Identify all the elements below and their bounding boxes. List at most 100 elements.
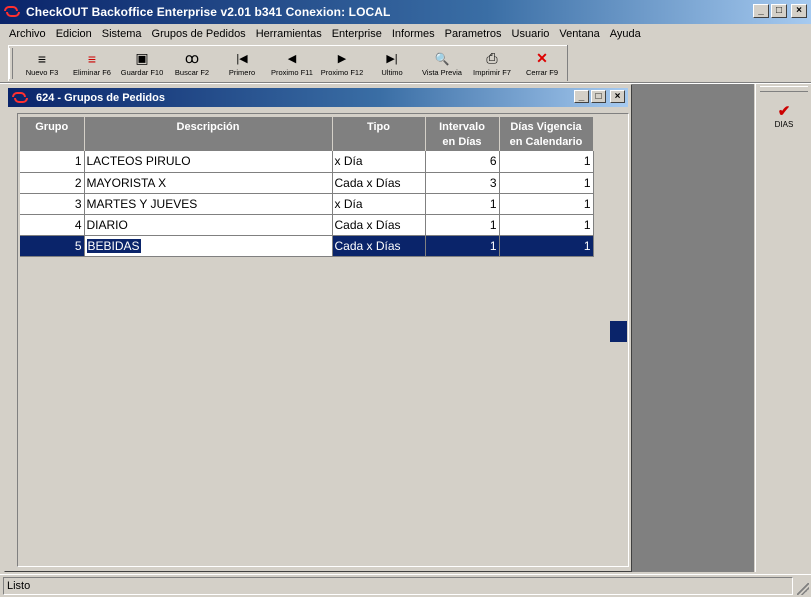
table-row-selected[interactable]: 5 BEBIDAS Cada x Días 1 1	[20, 235, 594, 257]
save-icon: ▣	[135, 50, 149, 66]
child-minimize-button[interactable]: _	[574, 90, 589, 103]
printer-icon: ⎙	[486, 50, 498, 66]
minimize-button[interactable]: _	[753, 4, 769, 18]
search-button[interactable]: ꝏ Buscar F2	[167, 46, 217, 80]
cell-tipo[interactable]: x Día	[332, 193, 426, 215]
close-form-button[interactable]: ✕ Cerrar F9	[517, 46, 567, 80]
table-row[interactable]: 4 DIARIO Cada x Días 1 1	[20, 214, 594, 236]
status-bar: Listo	[0, 574, 811, 597]
col-header-descripcion[interactable]: Descripción	[84, 117, 333, 151]
cell-descripcion[interactable]: DIARIO	[84, 214, 333, 236]
last-button[interactable]: ▶| Ultimo	[367, 46, 417, 80]
new-button[interactable]: ≡ Nuevo F3	[17, 46, 67, 80]
first-icon: |◀	[236, 53, 248, 65]
cell-tipo[interactable]: x Día	[332, 151, 426, 173]
child-logo-icon	[12, 91, 28, 105]
app-logo-icon	[4, 5, 20, 19]
save-button-label: Guardar F10	[120, 67, 164, 77]
preview-button[interactable]: 🔍 Vista Previa	[417, 46, 467, 80]
preview-icon: 🔍	[434, 51, 450, 66]
table-row[interactable]: 2 MAYORISTA X Cada x Días 3 1	[20, 172, 594, 194]
child-maximize-button[interactable]: □	[591, 90, 606, 103]
maximize-button[interactable]: □	[771, 4, 787, 18]
cell-descripcion[interactable]: MAYORISTA X	[84, 172, 333, 194]
menu-bar: Archivo Edicion Sistema Grupos de Pedido…	[0, 24, 811, 43]
save-button[interactable]: ▣ Guardar F10	[117, 46, 167, 80]
dias-button[interactable]: ✔ DIAS	[762, 96, 806, 134]
col-header-tipo[interactable]: Tipo	[332, 117, 426, 151]
cell-tipo[interactable]: Cada x Días	[332, 214, 426, 236]
menu-enterprise[interactable]: Enterprise	[327, 28, 387, 40]
print-button[interactable]: ⎙ Imprimir F7	[467, 46, 517, 80]
menu-herramientas[interactable]: Herramientas	[251, 28, 327, 40]
cell-vigencia[interactable]: 1	[499, 172, 594, 194]
binoculars-icon: ꝏ	[184, 50, 200, 66]
menu-archivo[interactable]: Archivo	[4, 28, 51, 40]
right-panel-grip[interactable]	[760, 86, 808, 92]
previous-button[interactable]: ◀ Proximo F11	[267, 46, 317, 80]
search-button-label: Buscar F2	[174, 67, 210, 77]
status-text: Listo	[3, 577, 793, 595]
resize-grip-icon[interactable]	[797, 583, 809, 595]
last-button-label: Ultimo	[381, 67, 403, 77]
menu-edicion[interactable]: Edicion	[51, 28, 97, 40]
menu-informes[interactable]: Informes	[387, 28, 440, 40]
cell-vigencia[interactable]: 1	[499, 235, 594, 257]
previous-icon: ◀	[287, 53, 297, 65]
cell-descripcion-editing[interactable]: BEBIDAS	[84, 235, 333, 257]
close-icon: ✕	[536, 50, 548, 66]
cell-vigencia[interactable]: 1	[499, 151, 594, 173]
col-header-vigencia[interactable]: Días Vigencia en Calendario	[499, 117, 594, 151]
col-header-intervalo[interactable]: Intervalo en Días	[425, 117, 500, 151]
child-window: 624 - Grupos de Pedidos _ □ × Grupo Desc…	[4, 84, 632, 572]
first-button-label: Primero	[228, 67, 256, 77]
cell-intervalo[interactable]: 1	[425, 214, 500, 236]
next-icon: ▶	[337, 53, 347, 65]
cell-grupo[interactable]: 5	[20, 235, 85, 257]
cell-descripcion[interactable]: MARTES Y JUEVES	[84, 193, 333, 215]
cell-intervalo[interactable]: 1	[425, 193, 500, 215]
child-title-bar[interactable]: 624 - Grupos de Pedidos _ □ ×	[8, 88, 628, 107]
table-row[interactable]: 1 LACTEOS PIRULO x Día 6 1	[20, 151, 594, 173]
cell-grupo[interactable]: 3	[20, 193, 85, 215]
cell-grupo[interactable]: 4	[20, 214, 85, 236]
cell-vigencia[interactable]: 1	[499, 214, 594, 236]
child-close-button[interactable]: ×	[610, 90, 625, 103]
delete-button[interactable]: ≡ Eliminar F6	[67, 46, 117, 80]
toolbar-grip[interactable]	[9, 48, 13, 79]
cell-tipo[interactable]: Cada x Días	[332, 172, 426, 194]
last-icon: ▶|	[386, 53, 398, 65]
cell-intervalo[interactable]: 3	[425, 172, 500, 194]
new-icon: ≡	[37, 50, 47, 67]
menu-grupos-de-pedidos[interactable]: Grupos de Pedidos	[147, 28, 251, 40]
col-header-grupo[interactable]: Grupo	[20, 117, 85, 151]
delete-record-icon: ≡	[87, 50, 97, 67]
grid-area: Grupo Descripción Tipo Intervalo en Días…	[17, 113, 629, 567]
cell-intervalo[interactable]: 1	[425, 235, 500, 257]
app-title-bar[interactable]: CheckOUT Backoffice Enterprise v2.01 b34…	[0, 0, 811, 24]
close-window-button[interactable]: ×	[791, 4, 807, 18]
new-button-label: Nuevo F3	[25, 67, 59, 77]
app-title: CheckOUT Backoffice Enterprise v2.01 b34…	[26, 5, 391, 19]
menu-ayuda[interactable]: Ayuda	[605, 28, 646, 40]
menu-sistema[interactable]: Sistema	[97, 28, 147, 40]
menu-parametros[interactable]: Parametros	[440, 28, 507, 40]
delete-button-label: Eliminar F6	[73, 67, 111, 77]
first-button[interactable]: |◀ Primero	[217, 46, 267, 80]
menu-ventana[interactable]: Ventana	[554, 28, 604, 40]
cell-grupo[interactable]: 2	[20, 172, 85, 194]
cell-vigencia[interactable]: 1	[499, 193, 594, 215]
toolbar-edge	[567, 45, 568, 81]
toolbar: ≡ Nuevo F3 ≡ Eliminar F6 ▣ Guardar F10 ꝏ…	[8, 45, 568, 81]
next-button[interactable]: ▶ Proximo F12	[317, 46, 367, 80]
cell-descripcion[interactable]: LACTEOS PIRULO	[84, 151, 333, 173]
menu-usuario[interactable]: Usuario	[507, 28, 555, 40]
cell-edit-input[interactable]: BEBIDAS	[86, 238, 141, 253]
cell-grupo[interactable]: 1	[20, 151, 85, 173]
cell-tipo[interactable]: Cada x Días	[332, 235, 426, 257]
cell-intervalo[interactable]: 6	[425, 151, 500, 173]
child-title: 624 - Grupos de Pedidos	[36, 91, 165, 104]
table-row[interactable]: 3 MARTES Y JUEVES x Día 1 1	[20, 193, 594, 215]
preview-button-label: Vista Previa	[422, 67, 462, 77]
selection-row-extension	[610, 321, 627, 342]
